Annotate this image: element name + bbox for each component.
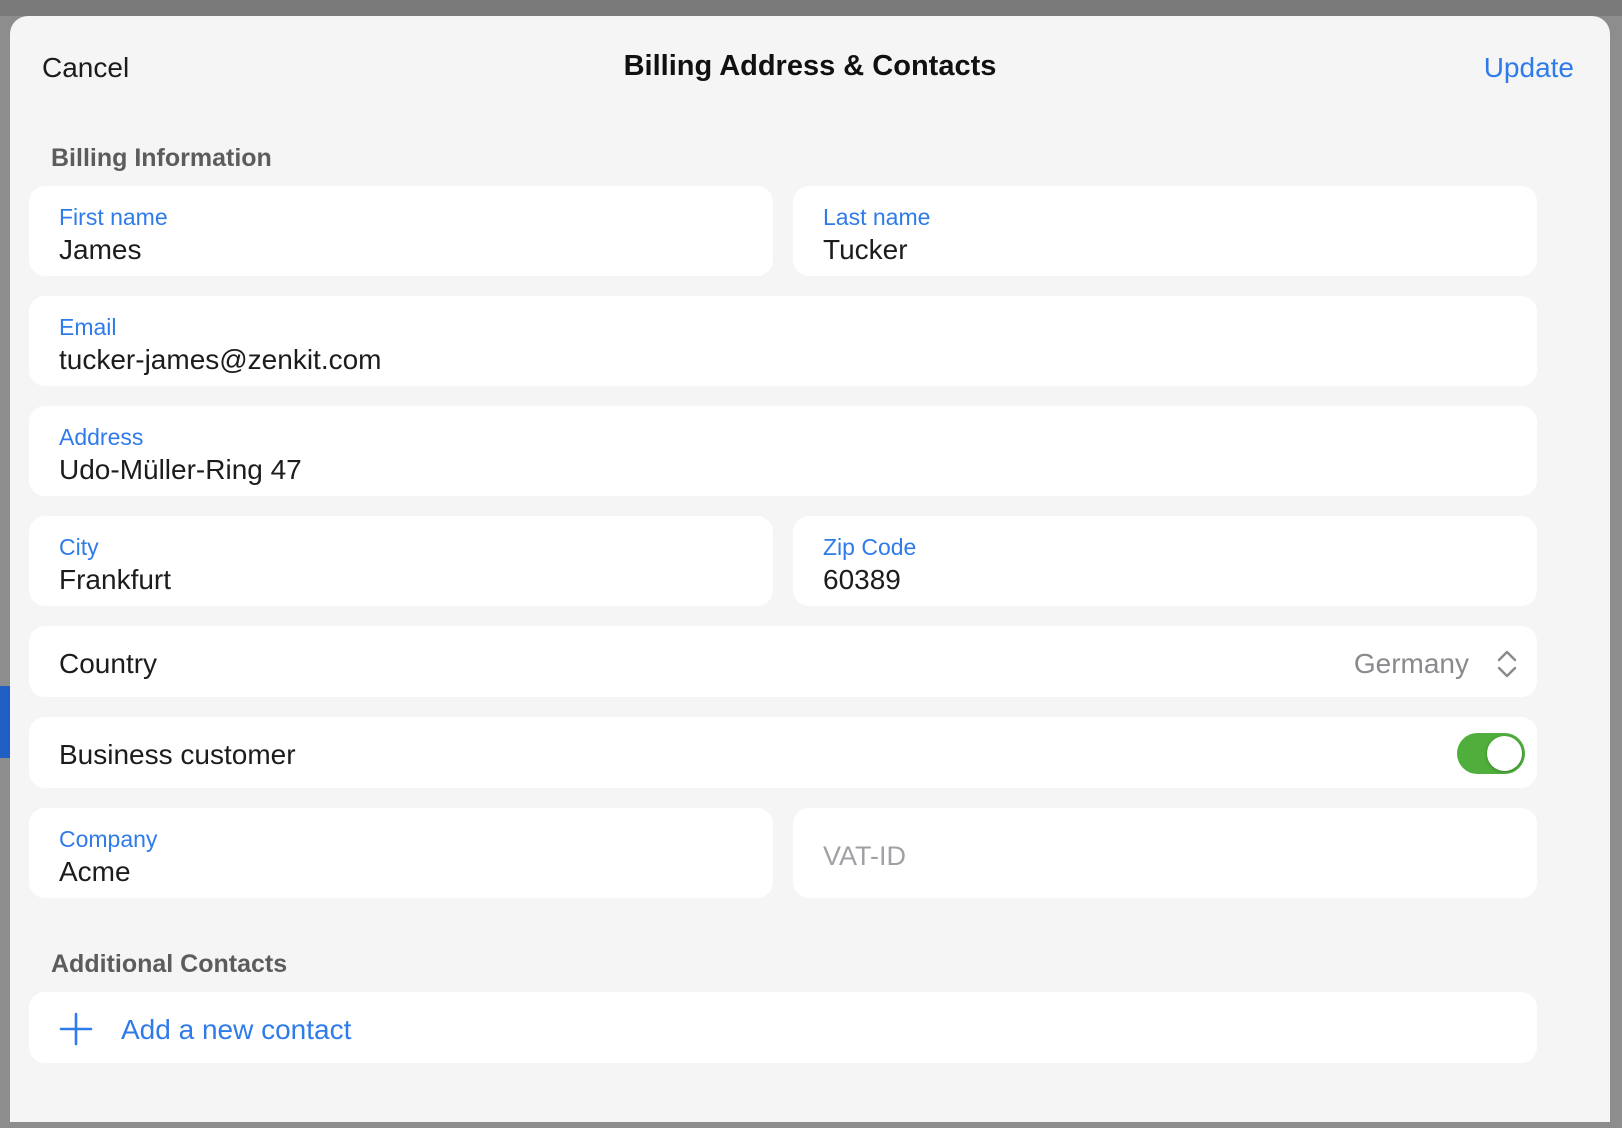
last-name-label: Last name xyxy=(823,204,931,230)
company-label: Company xyxy=(59,826,158,852)
company-value[interactable]: Acme xyxy=(59,856,131,888)
update-button[interactable]: Update xyxy=(1484,52,1574,84)
address-value[interactable]: Udo-Müller-Ring 47 xyxy=(59,454,302,486)
add-contact-button[interactable]: Add a new contact xyxy=(29,992,1537,1063)
email-field[interactable]: Email tucker-james@zenkit.com xyxy=(29,296,1537,386)
first-name-field[interactable]: First name James xyxy=(29,186,773,276)
city-label: City xyxy=(59,534,99,560)
add-contact-label[interactable]: Add a new contact xyxy=(121,1014,351,1046)
city-field[interactable]: City Frankfurt xyxy=(29,516,773,606)
country-value[interactable]: Germany xyxy=(1354,648,1469,680)
address-label: Address xyxy=(59,424,144,450)
first-name-label: First name xyxy=(59,204,168,230)
business-customer-label: Business customer xyxy=(59,739,296,770)
last-name-value[interactable]: Tucker xyxy=(823,234,908,266)
navigation-bar: Cancel Billing Address & Contacts Update xyxy=(10,16,1610,120)
business-customer-row: Business customer xyxy=(29,717,1537,788)
vat-id-field[interactable]: VAT-ID xyxy=(793,808,1537,898)
company-field[interactable]: Company Acme xyxy=(29,808,773,898)
vat-id-placeholder[interactable]: VAT-ID xyxy=(823,841,906,872)
last-name-field[interactable]: Last name Tucker xyxy=(793,186,1537,276)
address-field[interactable]: Address Udo-Müller-Ring 47 xyxy=(29,406,1537,496)
billing-section-header: Billing Information xyxy=(51,144,272,172)
plus-icon xyxy=(59,1012,93,1046)
city-value[interactable]: Frankfurt xyxy=(59,564,171,596)
billing-modal-sheet: Cancel Billing Address & Contacts Update… xyxy=(10,16,1610,1122)
chevron-up-down-icon xyxy=(1497,650,1517,678)
modal-title: Billing Address & Contacts xyxy=(623,50,997,82)
zip-code-field[interactable]: Zip Code 60389 xyxy=(793,516,1537,606)
toggle-knob xyxy=(1487,736,1522,771)
country-label: Country xyxy=(59,648,158,679)
zip-code-label: Zip Code xyxy=(823,534,917,560)
email-label: Email xyxy=(59,314,117,340)
additional-contacts-header: Additional Contacts xyxy=(51,950,288,978)
first-name-value[interactable]: James xyxy=(59,234,141,266)
country-selector[interactable]: Country Germany xyxy=(29,626,1537,697)
business-customer-toggle[interactable] xyxy=(1457,733,1525,774)
email-value[interactable]: tucker-james@zenkit.com xyxy=(59,344,382,376)
zip-code-value[interactable]: 60389 xyxy=(823,564,901,596)
